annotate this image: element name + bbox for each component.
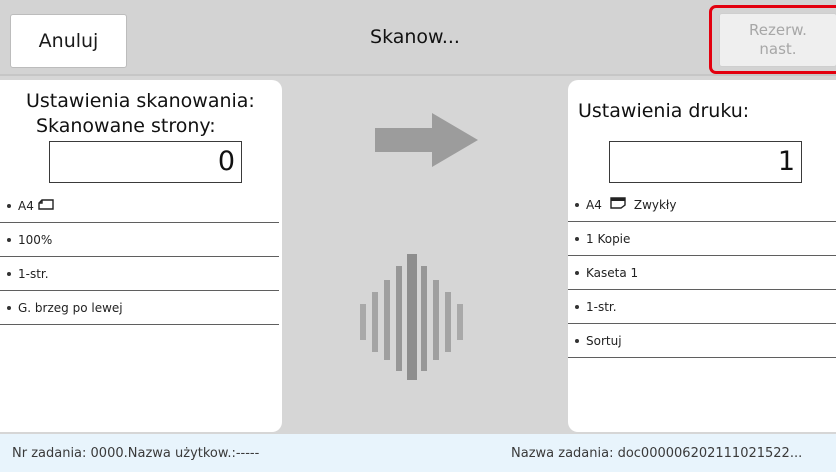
arrow-right-icon	[375, 113, 478, 167]
job-number-user: Nr zadania: 0000.Nazwa użytkow.:-----	[12, 446, 260, 461]
bullet-icon	[7, 238, 11, 242]
paper-landscape-icon	[38, 198, 54, 213]
reserve-next-label-line2: nast.	[759, 40, 797, 58]
bullet-icon	[575, 203, 579, 207]
print-settings-panel: Ustawienia druku: 1 A4 Zwykły 1 Kopie Ka…	[568, 80, 836, 432]
scan-paper-size: A4	[18, 198, 34, 213]
copy-scan-screen: Anuluj Skanow... Rezerw. nast. Ustawieni…	[0, 0, 836, 472]
bullet-icon	[575, 237, 579, 241]
print-copies: 1 Kopie	[586, 231, 631, 246]
scan-settings-title: Ustawienia skanowania:	[26, 90, 255, 112]
list-item: A4 Zwykły	[568, 188, 836, 222]
list-item: 1-str.	[568, 290, 836, 324]
reserve-next-button[interactable]: Rezerw. nast.	[719, 13, 836, 67]
list-item: 100%	[0, 223, 279, 257]
scan-duplex: 1-str.	[18, 266, 49, 281]
cancel-button[interactable]: Anuluj	[10, 14, 127, 68]
scanned-pages-count: 0	[49, 141, 242, 183]
bullet-icon	[7, 306, 11, 310]
scanning-waveform-icon	[360, 254, 463, 380]
list-item: A4	[0, 189, 279, 223]
print-paper-type: Zwykły	[633, 197, 677, 212]
page-title: Skanow...	[370, 26, 460, 48]
print-settings-list: A4 Zwykły 1 Kopie Kaseta 1 1-str. Sortuj	[568, 188, 836, 358]
scan-zoom: 100%	[18, 232, 53, 247]
list-item: Sortuj	[568, 324, 836, 358]
copies-count: 1	[609, 141, 802, 183]
scanned-pages-label: Skanowane strony:	[36, 115, 216, 137]
bullet-icon	[575, 339, 579, 343]
bullet-icon	[575, 271, 579, 275]
bullet-icon	[7, 204, 11, 208]
print-tray: Kaseta 1	[586, 265, 639, 280]
bullet-icon	[575, 305, 579, 309]
scan-binding-edge: G. brzeg po lewej	[18, 300, 123, 315]
print-collate: Sortuj	[586, 333, 622, 348]
list-item: 1-str.	[0, 257, 279, 291]
print-settings-title: Ustawienia druku:	[578, 100, 750, 122]
bullet-icon	[7, 272, 11, 276]
list-item: 1 Kopie	[568, 222, 836, 256]
print-duplex: 1-str.	[586, 299, 617, 314]
reserve-next-label-line1: Rezerw.	[749, 21, 807, 39]
list-item: Kaseta 1	[568, 256, 836, 290]
list-item: G. brzeg po lewej	[0, 291, 279, 325]
scan-settings-list: A4 100% 1-str. G. brzeg po lewej	[0, 189, 279, 325]
paper-portrait-icon	[610, 197, 626, 212]
job-name: Nazwa zadania: doc000006202111021522...	[511, 446, 803, 461]
scan-settings-panel: Ustawienia skanowania: Skanowane strony:…	[0, 80, 282, 432]
print-paper-size: A4	[586, 197, 602, 212]
